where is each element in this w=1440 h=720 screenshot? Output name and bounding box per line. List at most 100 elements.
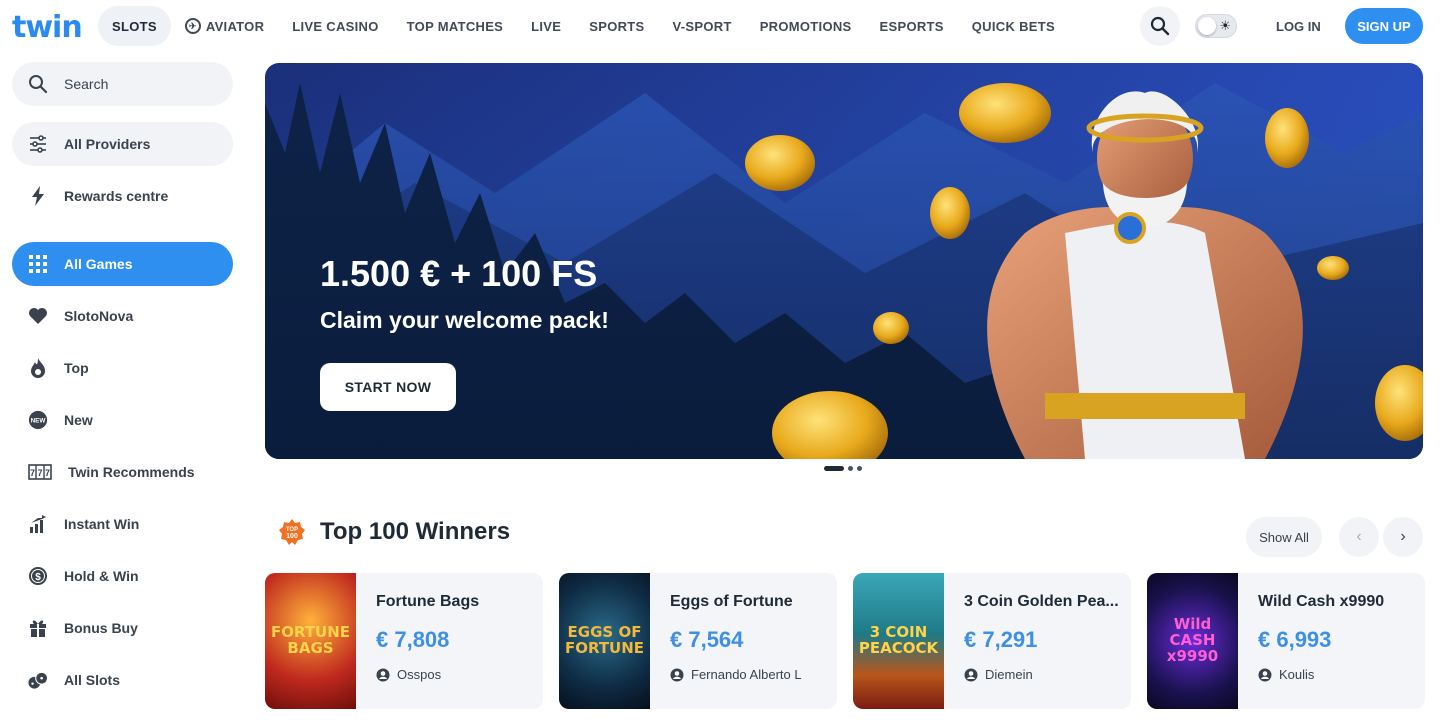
nav-aviator-label: AVIATOR — [205, 18, 265, 34]
gift-icon — [28, 618, 48, 638]
game-name: Wild Cash x9990 — [1258, 593, 1385, 610]
thumbnail-title: 3 COIN PEACOCK — [858, 623, 939, 657]
sidebar-item-all-games[interactable]: All Games — [12, 242, 233, 286]
top-navigation: twin SLOTS ✈ AVIATOR LIVE CASINO TOP MAT… — [0, 0, 1440, 54]
nav-live-label: LIVE — [531, 18, 562, 34]
nav-promotions[interactable]: PROMOTIONS — [746, 6, 866, 46]
nav-live-casino-label: LIVE CASINO — [292, 18, 379, 34]
promo-banner[interactable]: 1.500 € + 100 FS Claim your welcome pack… — [265, 63, 1423, 459]
player-row: Diemein — [964, 667, 1131, 682]
sidebar-rewards-label: Rewards centre — [64, 188, 169, 204]
sidebar-item-all-slots[interactable]: All Slots — [12, 658, 233, 702]
sidebar-item-label: Bonus Buy — [64, 620, 138, 636]
dollar-coin-icon: $ — [28, 566, 48, 586]
nav-live[interactable]: LIVE — [517, 6, 575, 46]
sidebar-rewards-centre[interactable]: Rewards centre — [12, 174, 233, 218]
sidebar-item-top[interactable]: Top — [12, 346, 233, 390]
twin-logo[interactable]: twin — [12, 10, 83, 45]
sidebar-item-label: New — [64, 412, 93, 428]
theme-toggle[interactable]: ☀ — [1195, 14, 1237, 38]
sidebar-item-label: Hold & Win — [64, 568, 139, 584]
svg-text:7: 7 — [30, 468, 35, 478]
sidebar-item-new[interactable]: NEW New — [12, 398, 233, 442]
login-button[interactable]: LOG IN — [1262, 6, 1335, 46]
nav-top-matches[interactable]: TOP MATCHES — [393, 6, 517, 46]
nav-aviator[interactable]: ✈ AVIATOR — [171, 6, 278, 46]
nav-sports[interactable]: SPORTS — [575, 6, 658, 46]
start-now-button[interactable]: START NOW — [320, 363, 456, 411]
sidebar-all-providers-label: All Providers — [64, 136, 151, 152]
sidebar-item-label: SlotoNova — [64, 308, 134, 324]
svg-text:$: $ — [35, 572, 41, 583]
player-row: Koulis — [1258, 667, 1425, 682]
sidebar-search[interactable]: Search — [12, 62, 233, 106]
thumbnail-title: FORTUNE BAGS — [270, 623, 351, 657]
carousel-next-button[interactable]: › — [1383, 517, 1423, 557]
game-thumbnail[interactable]: Wild CASH x9990 — [1147, 573, 1238, 709]
lightning-icon — [28, 186, 48, 206]
banner-subtitle: Claim your welcome pack! — [320, 307, 609, 333]
show-all-button[interactable]: Show All — [1246, 517, 1322, 557]
player-name: Koulis — [1279, 667, 1315, 682]
game-thumbnail[interactable]: EGGS OF FORTUNE — [559, 573, 650, 709]
nav-v-sport[interactable]: V-SPORT — [659, 6, 746, 46]
aviator-icon: ✈ — [184, 18, 201, 34]
sidebar-item-slotonova[interactable]: SlotoNova — [12, 294, 233, 338]
win-amount: € 7,808 — [376, 627, 450, 652]
main-nav: SLOTS ✈ AVIATOR LIVE CASINO TOP MATCHES … — [98, 6, 1069, 46]
player-name: Diemein — [985, 667, 1033, 682]
sidebar-all-providers[interactable]: All Providers — [12, 122, 233, 166]
search-icon — [1150, 16, 1170, 36]
win-amount: € 6,993 — [1258, 627, 1332, 652]
sidebar-item-bonus-buy[interactable]: Bonus Buy — [12, 606, 233, 650]
filter-sliders-icon — [28, 134, 48, 154]
game-name: Fortune Bags — [376, 593, 480, 610]
svg-text:7: 7 — [45, 468, 50, 478]
user-icon — [964, 668, 978, 681]
sidebar-item-instant-win[interactable]: Instant Win — [12, 502, 233, 546]
winner-card[interactable]: Wild CASH x9990 Wild Cash x9990 € 6,993 … — [1147, 573, 1425, 709]
nav-live-casino[interactable]: LIVE CASINO — [278, 6, 392, 46]
nav-slots[interactable]: SLOTS — [98, 6, 171, 46]
user-icon — [376, 668, 390, 681]
carousel-dot[interactable] — [848, 466, 853, 471]
new-badge-icon: NEW — [28, 410, 48, 430]
game-thumbnail[interactable]: 3 COIN PEACOCK — [853, 573, 944, 709]
user-icon — [670, 668, 684, 681]
sidebar-item-label: Top — [64, 360, 89, 376]
flame-icon — [28, 358, 48, 378]
chevron-right-icon: › — [1400, 528, 1406, 545]
sidebar-item-label: Instant Win — [64, 516, 140, 532]
user-icon — [1258, 668, 1272, 681]
winner-card[interactable]: EGGS OF FORTUNE Eggs of Fortune € 7,564 … — [559, 573, 837, 709]
slot-machine-icon: 777 — [28, 462, 52, 482]
heart-icon — [28, 306, 48, 326]
section-title: Top 100 Winners — [320, 518, 511, 545]
sun-icon: ☀ — [1219, 18, 1231, 33]
sidebar-item-twin-recommends[interactable]: 777 Twin Recommends — [12, 450, 233, 494]
nav-quick-bets[interactable]: QUICK BETS — [958, 6, 1069, 46]
svg-text:NEW: NEW — [31, 418, 46, 425]
nav-esports[interactable]: ESPORTS — [866, 6, 958, 46]
banner-title: 1.500 € + 100 FS — [320, 253, 598, 294]
carousel-dot[interactable] — [857, 466, 862, 471]
chevron-left-icon: ‹ — [1356, 528, 1362, 545]
game-name: 3 Coin Golden Pea... — [964, 593, 1119, 610]
carousel-dot-active[interactable] — [824, 466, 844, 471]
top-100-badge-icon: TOP 100 — [279, 519, 305, 545]
carousel-prev-button[interactable]: ‹ — [1339, 517, 1379, 557]
winner-card[interactable]: 3 COIN PEACOCK 3 Coin Golden Pea... € 7,… — [853, 573, 1131, 709]
sidebar-item-hold-win[interactable]: $ Hold & Win — [12, 554, 233, 598]
winner-card[interactable]: FORTUNE BAGS Fortune Bags € 7,808 Osspos — [265, 573, 543, 709]
nav-top-matches-label: TOP MATCHES — [406, 18, 504, 34]
player-row: Fernando Alberto L — [670, 667, 837, 682]
toggle-knob — [1198, 17, 1216, 35]
win-amount: € 7,564 — [670, 627, 744, 652]
game-thumbnail[interactable]: FORTUNE BAGS — [265, 573, 356, 709]
dice-icon — [28, 670, 48, 690]
nav-esports-label: ESPORTS — [879, 18, 944, 34]
signup-button[interactable]: SIGN UP — [1345, 8, 1423, 44]
search-icon — [28, 74, 48, 94]
nav-slots-label: SLOTS — [112, 18, 157, 34]
header-search-button[interactable] — [1140, 6, 1180, 46]
